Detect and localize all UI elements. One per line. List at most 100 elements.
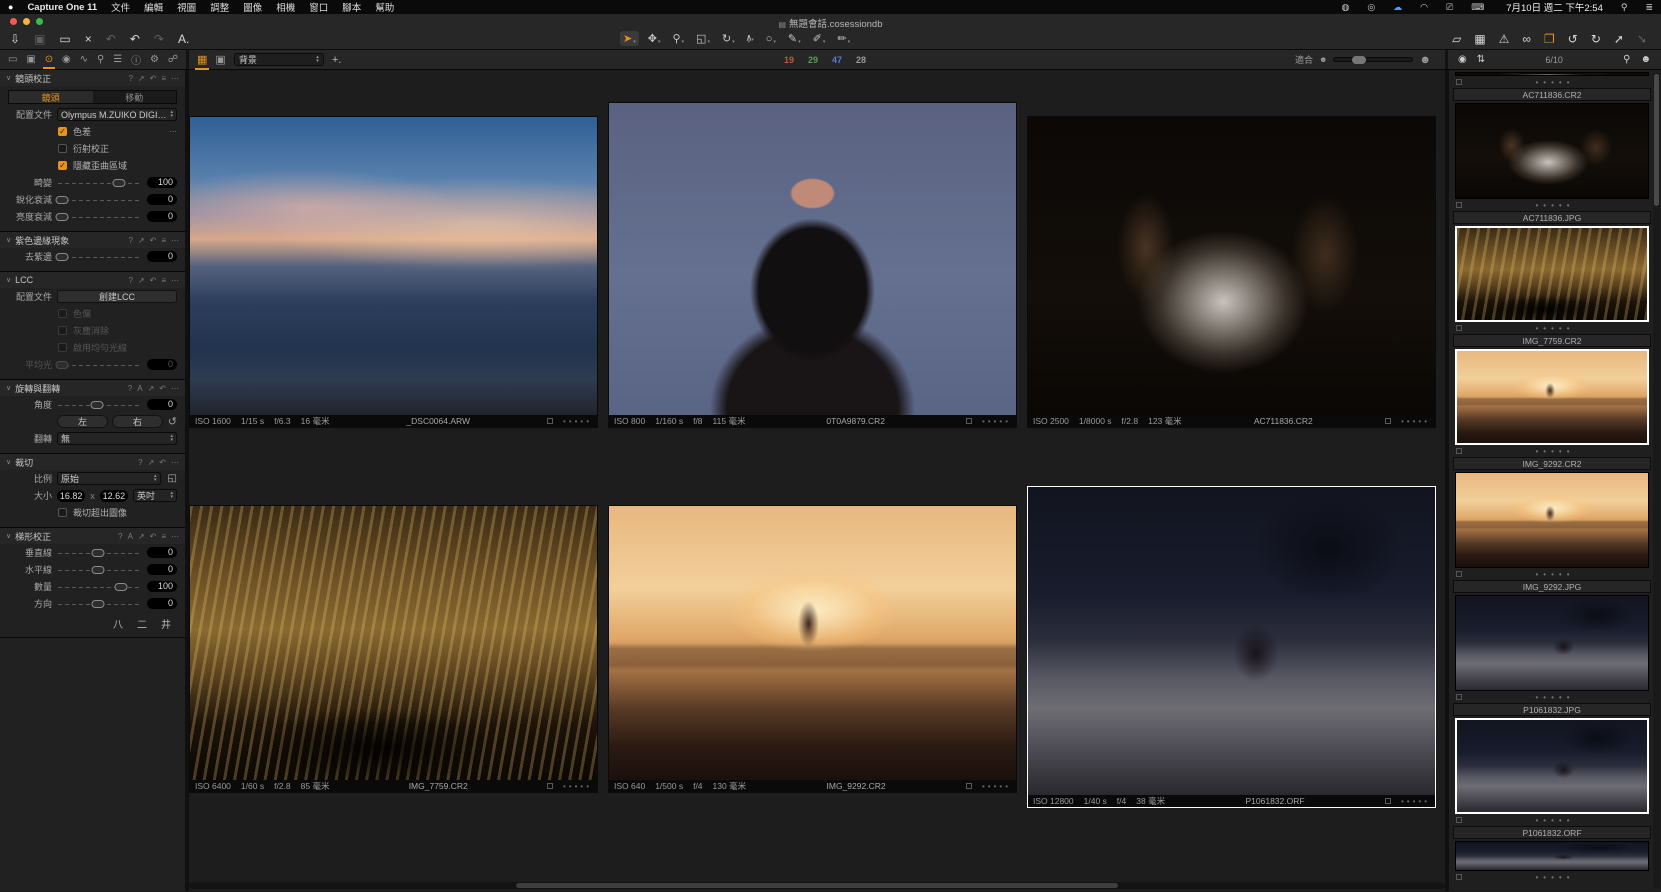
exposure-tab-icon[interactable]: ∿ [80, 54, 88, 65]
keystone-horizontal-button[interactable]: 二 [137, 616, 147, 631]
photo-cell-ac711836[interactable]: ISO 2500 1/8000 s f/2.8 123 毫米 AC711836.… [1027, 116, 1436, 428]
spot-removal-tool[interactable]: ○▾ [763, 32, 779, 46]
edit-preview-toggle[interactable]: ▱ [1452, 33, 1461, 45]
rating-dots[interactable]: ••••• [1462, 873, 1648, 882]
photo-city-night[interactable] [190, 506, 597, 780]
thumb-dancer-sunset[interactable] [1455, 472, 1649, 568]
pick-checkbox[interactable] [966, 783, 972, 789]
menubar-clock[interactable]: 7月10日 週二 下午2:54 [1506, 0, 1603, 14]
browser-toggle[interactable]: ❐ [1544, 33, 1555, 45]
capture-button[interactable]: ▣ [34, 33, 45, 45]
apple-menu-icon[interactable]: ● [8, 2, 13, 12]
aspect-slider[interactable] [58, 600, 141, 608]
photo-cell-0t0a9879[interactable]: ISO 800 1/160 s f/8 115 毫米 0T0A9879.CR2 … [608, 102, 1017, 428]
pin-icon[interactable]: ↗ [138, 276, 145, 285]
unit-dropdown[interactable]: 英吋 ▴▾ [133, 489, 177, 502]
menu-view[interactable]: 視圖 [177, 0, 196, 14]
light-falloff-slider[interactable] [58, 213, 141, 221]
defringe-slider[interactable] [58, 253, 141, 261]
rating-dots[interactable]: ••••• [1462, 324, 1648, 333]
eye-filter-icon[interactable]: ◉ [1458, 54, 1467, 65]
pan-tool[interactable]: ✥▾ [645, 31, 664, 46]
thumb-size-slider[interactable] [1333, 57, 1413, 62]
menu-help[interactable]: 幫助 [375, 0, 394, 14]
reset-icon[interactable]: ↶ [159, 384, 166, 393]
thumb-night-memorial[interactable] [1455, 595, 1649, 691]
color-tab-icon[interactable]: ◉ [62, 54, 71, 65]
auto-icon[interactable]: A [137, 384, 142, 393]
styles-button[interactable]: A. [178, 33, 189, 45]
pick-checkbox[interactable] [547, 418, 553, 424]
reset-icon[interactable]: ↶ [150, 532, 157, 541]
rating-dots[interactable]: ••••• [1401, 797, 1430, 806]
analyze-more-icon[interactable]: ⋯ [169, 127, 177, 136]
thumb-file-name[interactable]: AC711836.JPG [1453, 211, 1651, 224]
thumb-file-name[interactable]: AC711836.CR2 [1453, 88, 1651, 101]
menu-app-name[interactable]: Capture One 11 [27, 2, 97, 13]
menu-adjustments[interactable]: 調整 [210, 0, 229, 14]
rating-dots[interactable]: ••••• [563, 782, 592, 791]
photo-cell-img7759[interactable]: ISO 6400 1/60 s f/2.8 85 毫米 IMG_7759.CR2… [189, 505, 598, 793]
menu-scripts[interactable]: 腳本 [342, 0, 361, 14]
rating-dots[interactable]: ••••• [1462, 816, 1648, 825]
menu-edit[interactable]: 編輯 [144, 0, 163, 14]
rating-dots[interactable]: ••••• [1462, 201, 1648, 210]
collapse-icon[interactable]: ∨ [6, 384, 11, 392]
airplay-icon[interactable]: ⎚ [1446, 2, 1453, 13]
loupe-tool[interactable]: ⚲▾ [669, 31, 687, 46]
delete-button[interactable]: × [85, 33, 92, 45]
photo-beach-sunset[interactable] [190, 117, 597, 415]
rating-dots[interactable]: ••••• [1462, 447, 1648, 456]
vertical-slider[interactable] [58, 549, 141, 557]
filmstrip-scrollbar-thumb[interactable] [1654, 74, 1659, 206]
input-method-icon[interactable]: ⌨ [1471, 2, 1484, 13]
help-icon[interactable]: ? [128, 74, 132, 83]
adjustments-tab-icon[interactable]: ⚙ [150, 54, 159, 65]
photo-night-memorial[interactable] [1028, 487, 1435, 795]
tab-lens[interactable]: 鏡頭 [9, 91, 93, 103]
photo-martial-arts[interactable] [1028, 117, 1435, 415]
rotate-cw-button[interactable]: ↻ [1591, 33, 1601, 45]
even-light-value[interactable]: 0 [147, 359, 177, 370]
create-lcc-button[interactable]: 創建LCC [57, 290, 177, 303]
pick-checkbox[interactable] [966, 418, 972, 424]
pick-checkbox[interactable] [1385, 798, 1391, 804]
light-falloff-value[interactable]: 0 [147, 211, 177, 222]
rating-dots[interactable]: ••••• [982, 782, 1011, 791]
undo-button[interactable]: ↶ [130, 33, 140, 45]
metadata-tab-icon[interactable]: ☰ [113, 54, 122, 65]
diffraction-checkbox[interactable] [58, 144, 67, 153]
add-collection-button[interactable]: +. [332, 54, 341, 66]
fit-label[interactable]: 適合 [1295, 53, 1313, 66]
reset-adjustments-button[interactable]: ↶ [106, 33, 116, 45]
rotate-ccw-button[interactable]: ↺ [1568, 33, 1578, 45]
rating-dots[interactable]: ••••• [1462, 570, 1648, 579]
thumb-dancer-sunset[interactable] [1455, 349, 1649, 445]
user-filter-icon[interactable]: ☻ [1640, 54, 1651, 65]
amount-slider[interactable] [58, 583, 141, 591]
crop-badge-icon[interactable]: ◱ [168, 473, 177, 484]
photo-cell-img9292[interactable]: ISO 640 1/500 s f/4 130 毫米 IMG_9292.CR2 … [608, 505, 1017, 793]
rating-dots[interactable]: ••••• [1462, 693, 1648, 702]
reset-icon[interactable]: ↶ [150, 74, 157, 83]
color-picker-tool[interactable]: ✎▾ [785, 31, 804, 46]
thumb-cell-p1061832-orf-selected[interactable]: ••••• P1061832.ORF [1453, 718, 1651, 839]
wifi-icon[interactable]: ◠ [1420, 2, 1428, 13]
more-icon[interactable]: ⋯ [171, 74, 179, 83]
horizontal-value[interactable]: 0 [147, 564, 177, 575]
lens-tab-icon[interactable]: ⊙ [45, 54, 53, 65]
thumb-file-name[interactable]: IMG_9292.CR2 [1453, 457, 1651, 470]
crop-width-field[interactable]: 16.82 [57, 490, 85, 502]
thumb-cell-img7759-selected[interactable]: ••••• IMG_7759.CR2 [1453, 226, 1651, 347]
aspect-value[interactable]: 0 [147, 598, 177, 609]
expand-viewer-button[interactable]: ➚ [1614, 33, 1624, 45]
dropbox-icon[interactable]: ☁ [1393, 2, 1402, 13]
flip-dropdown[interactable]: 無 ▴▾ [57, 432, 177, 445]
keystone-vertical-button[interactable]: 八 [113, 616, 123, 631]
crop-tool[interactable]: ◱▾ [693, 31, 713, 46]
photo-dancer-sunset[interactable] [609, 506, 1016, 780]
angle-value[interactable]: 0 [147, 399, 177, 410]
free-rotate-icon[interactable]: ↺ [168, 415, 177, 428]
more-icon[interactable]: ⋯ [171, 532, 179, 541]
process-tab-icon[interactable]: ☍ [168, 54, 178, 65]
